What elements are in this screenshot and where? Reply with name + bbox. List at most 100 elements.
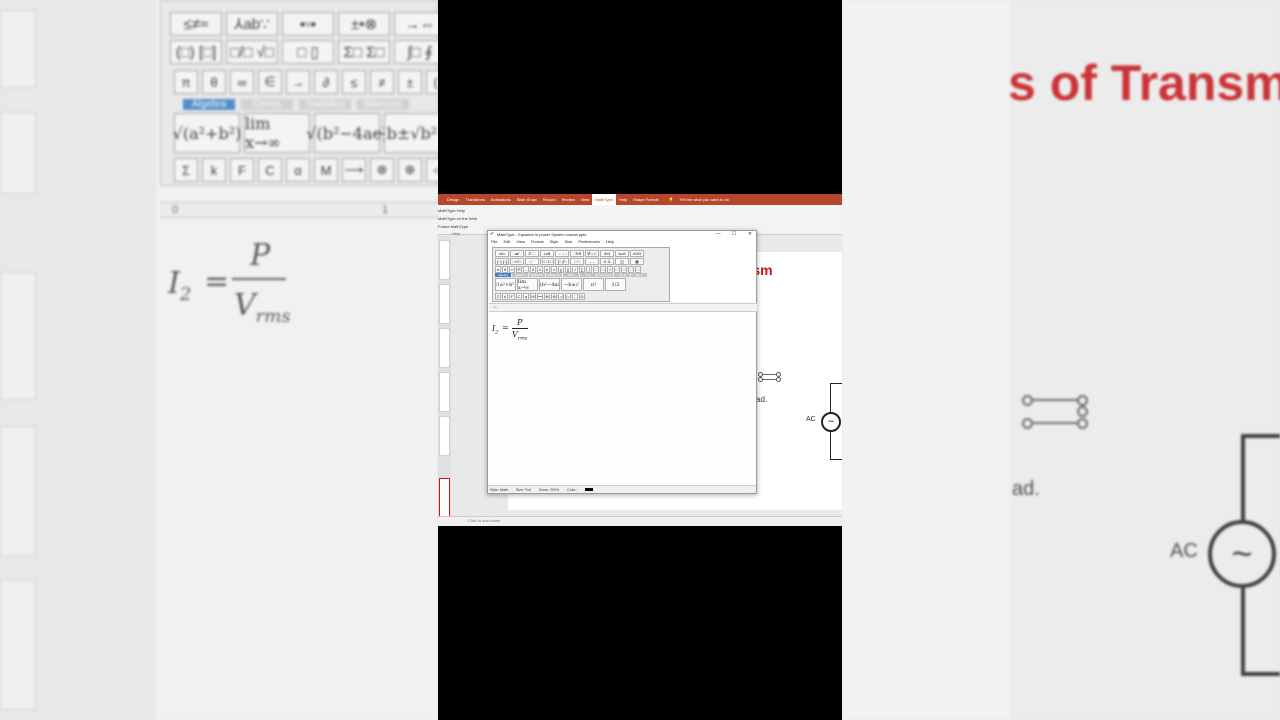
tab-slide-show[interactable]: Slide Show — [514, 194, 540, 205]
symbol-button[interactable]: ∴ — [572, 293, 578, 300]
mathtype-help-button[interactable]: MathType Help — [438, 208, 465, 213]
template-button[interactable]: n! — [583, 278, 604, 291]
symbol-button[interactable]: [] — [565, 266, 571, 273]
symbol-button[interactable]: ∞ — [509, 266, 515, 273]
palette-button[interactable]: ∫□ ∮□ — [555, 258, 569, 265]
slide-thumbnail[interactable] — [439, 416, 450, 456]
menu-view[interactable]: View — [513, 239, 528, 245]
symbol-button[interactable]: □ — [600, 266, 606, 273]
symbol-button[interactable]: ⟶ — [537, 293, 543, 300]
palette-button[interactable]: ±•⊗ — [540, 250, 554, 257]
symbol-button[interactable]: θ — [502, 266, 508, 273]
template-button[interactable]: 1/2 — [605, 278, 626, 291]
tab-statistics[interactable]: Statistics — [529, 273, 545, 277]
symbol-button[interactable]: ⊕ — [551, 293, 557, 300]
palette-button[interactable]: ≤≠≈ — [495, 250, 509, 257]
tab-view[interactable]: View — [578, 194, 593, 205]
palette-button[interactable]: ∂∵∷ — [525, 250, 539, 257]
symbol-button[interactable]: ∫ — [586, 266, 592, 273]
palette-button[interactable]: □ □ — [570, 258, 584, 265]
symbol-button[interactable]: M — [530, 293, 536, 300]
slide-thumbnail-selected[interactable] — [439, 478, 450, 518]
symbol-button[interactable]: ∈ — [516, 266, 522, 273]
palette-button[interactable]: ∴∀∃ — [570, 250, 584, 257]
notes-pane[interactable]: Click to add notes — [438, 516, 842, 526]
palette-button[interactable]: λωθ — [615, 250, 629, 257]
menu-edit[interactable]: Edit — [500, 239, 513, 245]
palette-button[interactable]: ΛΩΘ — [630, 250, 644, 257]
symbol-button[interactable]: □ — [593, 266, 599, 273]
symbol-button[interactable]: ∂ — [530, 266, 536, 273]
slide-thumbnail[interactable] — [439, 328, 450, 368]
slide-text[interactable]: ad. — [756, 395, 767, 404]
palette-button[interactable]: Û Ů — [600, 258, 614, 265]
symbol-button[interactable]: √ — [572, 266, 578, 273]
palette-button[interactable]: □/√□ — [510, 258, 524, 265]
status-size[interactable]: Size: Full — [516, 488, 531, 492]
maximize-button[interactable]: ☐ — [730, 231, 738, 237]
symbol-button[interactable]: ▷ — [565, 293, 571, 300]
close-button[interactable]: ✕ — [746, 231, 754, 237]
tab-8[interactable]: Tab 8 — [614, 273, 630, 277]
symbol-button[interactable]: k — [502, 293, 508, 300]
equation-editor-area[interactable]: I2 = P Vrms — [489, 313, 755, 484]
palette-button[interactable]: ∉∩⊂ — [585, 250, 599, 257]
tab-algebra[interactable]: Algebra — [495, 273, 511, 277]
symbol-button[interactable]: ⊗ — [544, 293, 550, 300]
symbol-button[interactable]: ≤ — [537, 266, 543, 273]
template-button[interactable]: lim x→∞ — [517, 278, 538, 291]
template-button[interactable]: √(b²−4ac) — [539, 278, 560, 291]
menu-help[interactable]: Help — [603, 239, 617, 245]
slide-thumbnail[interactable] — [439, 240, 450, 280]
tab-geometry[interactable]: Geometry — [597, 273, 613, 277]
palette-button[interactable]: □ ‾ — [525, 258, 539, 265]
tab-transitions[interactable]: Transitions — [462, 194, 487, 205]
symbol-button[interactable]: F — [509, 293, 515, 300]
palette-button[interactable]: ▦ — [630, 258, 644, 265]
symbol-button[interactable]: () — [558, 266, 564, 273]
symbol-button[interactable]: Σ — [495, 293, 501, 300]
status-style[interactable]: Style: Math — [490, 488, 508, 492]
symbol-button[interactable]: α — [523, 293, 529, 300]
palette-button[interactable]: ∴ab∵ — [510, 250, 524, 257]
menu-preferences[interactable]: Preferences — [575, 239, 603, 245]
menu-format[interactable]: Format — [528, 239, 547, 245]
template-button[interactable]: √(a²+b²) — [495, 278, 516, 291]
tell-me-search[interactable]: Tell me what you want to do — [676, 194, 731, 205]
symbol-button[interactable]: √ — [607, 266, 613, 273]
menu-file[interactable]: File — [488, 239, 500, 245]
mathtype-titlebar[interactable]: ✔ MathType - Equation in power System co… — [488, 231, 756, 239]
notes-placeholder[interactable]: Click to add notes — [468, 518, 500, 523]
symbol-button[interactable]: □ — [628, 266, 634, 273]
palette-button[interactable]: ∂∞ℓ — [600, 250, 614, 257]
palette-button[interactable]: ▯▯ — [615, 258, 629, 265]
symbol-button[interactable]: □ — [614, 266, 620, 273]
symbol-button[interactable]: □ — [635, 266, 641, 273]
tab-sets[interactable]: Sets — [563, 273, 579, 277]
symbol-button[interactable]: ◁ — [558, 293, 564, 300]
tab-design[interactable]: Design — [444, 194, 462, 205]
color-swatch[interactable] — [584, 488, 593, 491]
menu-size[interactable]: Size — [562, 239, 576, 245]
slide-thumbnail[interactable] — [439, 284, 450, 324]
tab-help[interactable]: Help — [616, 194, 630, 205]
symbol-button[interactable]: ≠ — [544, 266, 550, 273]
tab-record[interactable]: Record — [540, 194, 559, 205]
tab-9[interactable]: Tab 9 — [631, 273, 647, 277]
symbol-button[interactable]: → — [523, 266, 529, 273]
slide-thumbnail[interactable] — [439, 372, 450, 412]
mathtype-web-button[interactable]: MathType on the Web — [438, 216, 477, 221]
tab-mathtype[interactable]: MathType — [592, 194, 616, 205]
tab-derivs[interactable]: Derivs — [512, 273, 528, 277]
symbol-button[interactable]: C — [516, 293, 522, 300]
tab-review[interactable]: Review — [559, 194, 578, 205]
future-mathtype-button[interactable]: Future MathType — [438, 224, 468, 229]
tab-animations[interactable]: Animations — [488, 194, 514, 205]
mathtype-ruler[interactable]: ▫▫▫▫ — [489, 303, 757, 312]
symbol-button[interactable]: ∑ — [579, 266, 585, 273]
palette-button[interactable]: (□) [□] — [495, 258, 509, 265]
tab-matrices[interactable]: Matrices — [546, 273, 562, 277]
tab-shape-format[interactable]: Shape Format — [630, 194, 661, 205]
palette-button[interactable]: Σ□ Σ□ — [540, 258, 554, 265]
symbol-button[interactable]: □ — [621, 266, 627, 273]
